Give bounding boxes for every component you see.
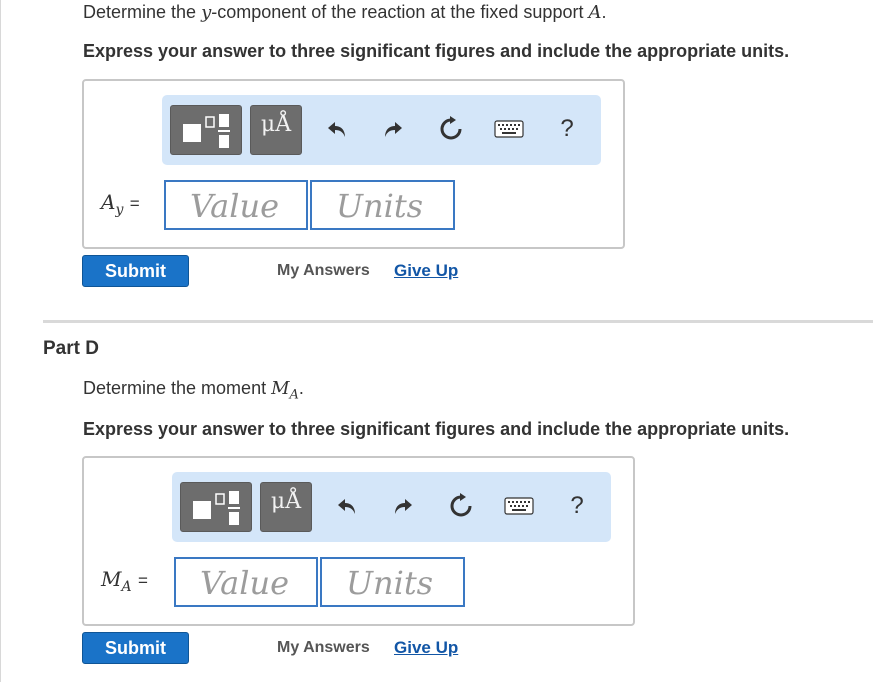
units-icon: μÅ	[260, 112, 292, 137]
redo-button[interactable]	[386, 488, 420, 524]
part-d-field-label: MA =	[101, 567, 148, 595]
undo-icon	[328, 122, 345, 137]
prompt-subscript: A	[289, 387, 299, 403]
keyboard-button[interactable]	[492, 111, 526, 147]
keyboard-button[interactable]	[502, 488, 536, 524]
prompt-text: .	[298, 378, 304, 398]
redo-button[interactable]	[376, 111, 410, 147]
reset-button[interactable]	[434, 111, 468, 147]
field-subscript: y	[115, 202, 124, 218]
units-button[interactable]: μÅ	[260, 482, 312, 532]
prompt-text: -component of the reaction at the fixed …	[211, 2, 589, 22]
equals-sign: =	[129, 194, 140, 213]
part-c-my-answers-link[interactable]: My Answers	[277, 262, 370, 280]
part-d-answer-box: μÅ ? MA = Value Units	[82, 456, 635, 626]
part-c-prompt: Determine the y-component of the reactio…	[83, 2, 606, 23]
undo-icon	[338, 499, 355, 514]
equals-sign: =	[137, 571, 148, 590]
help-icon: ?	[560, 115, 574, 142]
part-c-submit-button[interactable]: Submit	[82, 255, 189, 287]
field-variable: A	[101, 190, 116, 214]
part-d-title: Part D	[43, 338, 99, 359]
part-c-answer-box: μÅ ? Ay = Value Units	[82, 79, 625, 249]
redo-icon	[385, 122, 402, 137]
templates-icon	[193, 491, 240, 525]
part-d-submit-button[interactable]: Submit	[82, 632, 189, 664]
redo-icon	[395, 499, 412, 514]
prompt-variable: y	[201, 2, 212, 23]
prompt-variable: M	[271, 378, 290, 399]
help-icon: ?	[570, 492, 584, 519]
units-button[interactable]: μÅ	[250, 105, 302, 155]
templates-icon	[183, 114, 230, 148]
part-c-field-label: Ay =	[101, 190, 140, 218]
reset-icon	[440, 116, 462, 140]
help-button[interactable]: ?	[560, 488, 594, 524]
keyboard-icon	[504, 497, 534, 515]
part-d-give-up-link[interactable]: Give Up	[394, 638, 458, 658]
part-d-my-answers-link[interactable]: My Answers	[277, 639, 370, 657]
help-button[interactable]: ?	[550, 111, 584, 147]
units-icon: μÅ	[270, 489, 302, 514]
undo-button[interactable]	[330, 488, 364, 524]
keyboard-icon	[494, 120, 524, 138]
part-c-value-input[interactable]: Value	[164, 180, 308, 230]
part-c-instruction: Express your answer to three significant…	[83, 41, 790, 61]
field-subscript: A	[121, 579, 132, 595]
prompt-text: Determine the moment	[83, 378, 272, 398]
field-variable: M	[101, 567, 122, 591]
prompt-support-variable: A	[588, 2, 602, 23]
part-c-toolbar: μÅ ?	[162, 95, 601, 165]
part-d-prompt: Determine the moment MA.	[83, 378, 304, 403]
part-d-instruction: Express your answer to three significant…	[83, 419, 790, 439]
part-c-units-input[interactable]: Units	[310, 180, 455, 230]
reset-button[interactable]	[444, 488, 478, 524]
templates-button[interactable]	[170, 105, 242, 155]
part-d-units-input[interactable]: Units	[320, 557, 465, 607]
part-d-value-input[interactable]: Value	[174, 557, 318, 607]
part-c-give-up-link[interactable]: Give Up	[394, 261, 458, 281]
reset-icon	[450, 493, 472, 517]
left-border	[0, 0, 1, 682]
prompt-text: Determine the	[83, 2, 202, 22]
prompt-text: .	[601, 2, 607, 22]
undo-button[interactable]	[320, 111, 354, 147]
templates-button[interactable]	[180, 482, 252, 532]
part-d-toolbar: μÅ ?	[172, 472, 611, 542]
section-divider	[43, 320, 873, 323]
